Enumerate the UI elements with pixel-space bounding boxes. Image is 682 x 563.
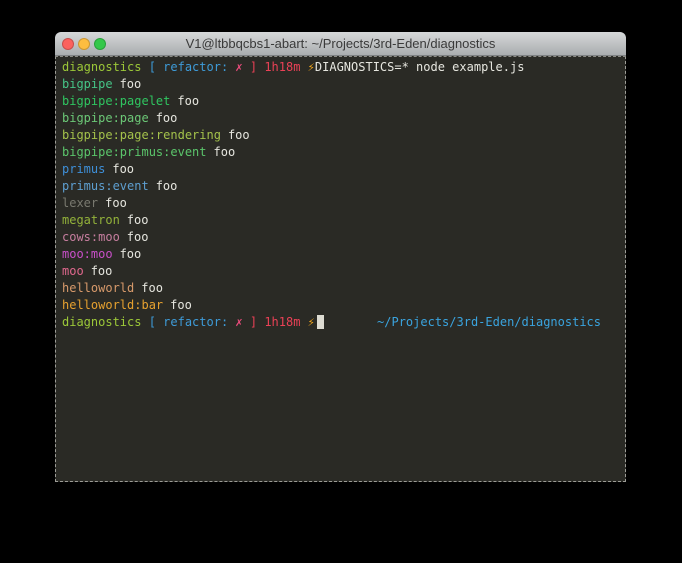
desktop-background: V1@ltbbqcbs1-abart: ~/Projects/3rd-Eden/… — [0, 0, 682, 563]
log-message: foo — [127, 213, 149, 227]
log-message: foo — [120, 247, 142, 261]
prompt-duration: 1h18m — [264, 315, 300, 329]
log-message: foo — [214, 145, 236, 159]
lightning-bolt-icon: ⚡ — [300, 60, 314, 74]
window-title: V1@ltbbqcbs1-abart: ~/Projects/3rd-Eden/… — [55, 32, 626, 56]
log-namespace: bigpipe:primus:event — [62, 145, 207, 159]
prompt-namespace: diagnostics — [62, 60, 141, 74]
log-line: primus foo — [62, 161, 625, 178]
log-line: lexer foo — [62, 195, 625, 212]
log-line: moo:moo foo — [62, 246, 625, 263]
log-line: cows:moo foo — [62, 229, 625, 246]
log-namespace: cows:moo — [62, 230, 120, 244]
log-message: foo — [156, 111, 178, 125]
log-message: foo — [120, 77, 142, 91]
log-line: helloworld:bar foo — [62, 297, 625, 314]
log-message: foo — [141, 281, 163, 295]
prompt-bracket-close: ] — [243, 315, 265, 329]
log-namespace: bigpipe:page:rendering — [62, 128, 221, 142]
log-namespace: moo:moo — [62, 247, 113, 261]
git-dirty-icon: ✗ — [235, 60, 242, 74]
log-line: bigpipe:pagelet foo — [62, 93, 625, 110]
log-namespace: primus — [62, 162, 105, 176]
log-namespace: megatron — [62, 213, 120, 227]
prompt-duration: 1h18m — [264, 60, 300, 74]
log-line: bigpipe foo — [62, 76, 625, 93]
log-namespace: helloworld:bar — [62, 298, 163, 312]
text-cursor — [317, 315, 324, 329]
prompt-namespace: diagnostics — [62, 315, 141, 329]
terminal-window: V1@ltbbqcbs1-abart: ~/Projects/3rd-Eden/… — [55, 32, 626, 482]
log-message: foo — [112, 162, 134, 176]
log-line: helloworld foo — [62, 280, 625, 297]
log-namespace: bigpipe:page — [62, 111, 149, 125]
prompt-bracket-open: [ refactor: — [141, 60, 235, 74]
prompt-bracket-open: [ refactor: — [141, 315, 235, 329]
log-line: primus:event foo — [62, 178, 625, 195]
log-namespace: bigpipe:pagelet — [62, 94, 170, 108]
log-namespace: primus:event — [62, 179, 149, 193]
log-line: bigpipe:page foo — [62, 110, 625, 127]
command-text: DIAGNOSTICS=* node example.js — [315, 60, 525, 74]
log-message: foo — [91, 264, 113, 278]
lightning-bolt-icon: ⚡ — [300, 315, 314, 329]
prompt-bracket-close: ] — [243, 60, 265, 74]
git-dirty-icon: ✗ — [235, 315, 242, 329]
prompt-left-segment: diagnostics [ refactor: ✗ ] 1h18m ⚡ — [62, 314, 324, 331]
log-line: megatron foo — [62, 212, 625, 229]
log-line: moofoo — [62, 263, 625, 280]
terminal-screen[interactable]: diagnostics [ refactor: ✗ ] 1h18m ⚡DIAGN… — [55, 56, 626, 482]
log-message: foo — [156, 179, 178, 193]
prompt-line-bottom: diagnostics [ refactor: ✗ ] 1h18m ⚡ ~/Pr… — [62, 314, 625, 331]
log-namespace: helloworld — [62, 281, 134, 295]
prompt-line-top: diagnostics [ refactor: ✗ ] 1h18m ⚡DIAGN… — [62, 59, 625, 76]
right-prompt-path: ~/Projects/3rd-Eden/diagnostics — [377, 314, 601, 331]
log-namespace: moo — [62, 264, 84, 278]
log-message: foo — [177, 94, 199, 108]
log-namespace: lexer — [62, 196, 98, 210]
log-message: foo — [170, 298, 192, 312]
log-line: bigpipe:primus:event foo — [62, 144, 625, 161]
log-message: foo — [228, 128, 250, 142]
window-titlebar[interactable]: V1@ltbbqcbs1-abart: ~/Projects/3rd-Eden/… — [55, 32, 626, 56]
log-namespace: bigpipe — [62, 77, 113, 91]
log-line: bigpipe:page:rendering foo — [62, 127, 625, 144]
log-message: foo — [127, 230, 149, 244]
log-message: foo — [105, 196, 127, 210]
